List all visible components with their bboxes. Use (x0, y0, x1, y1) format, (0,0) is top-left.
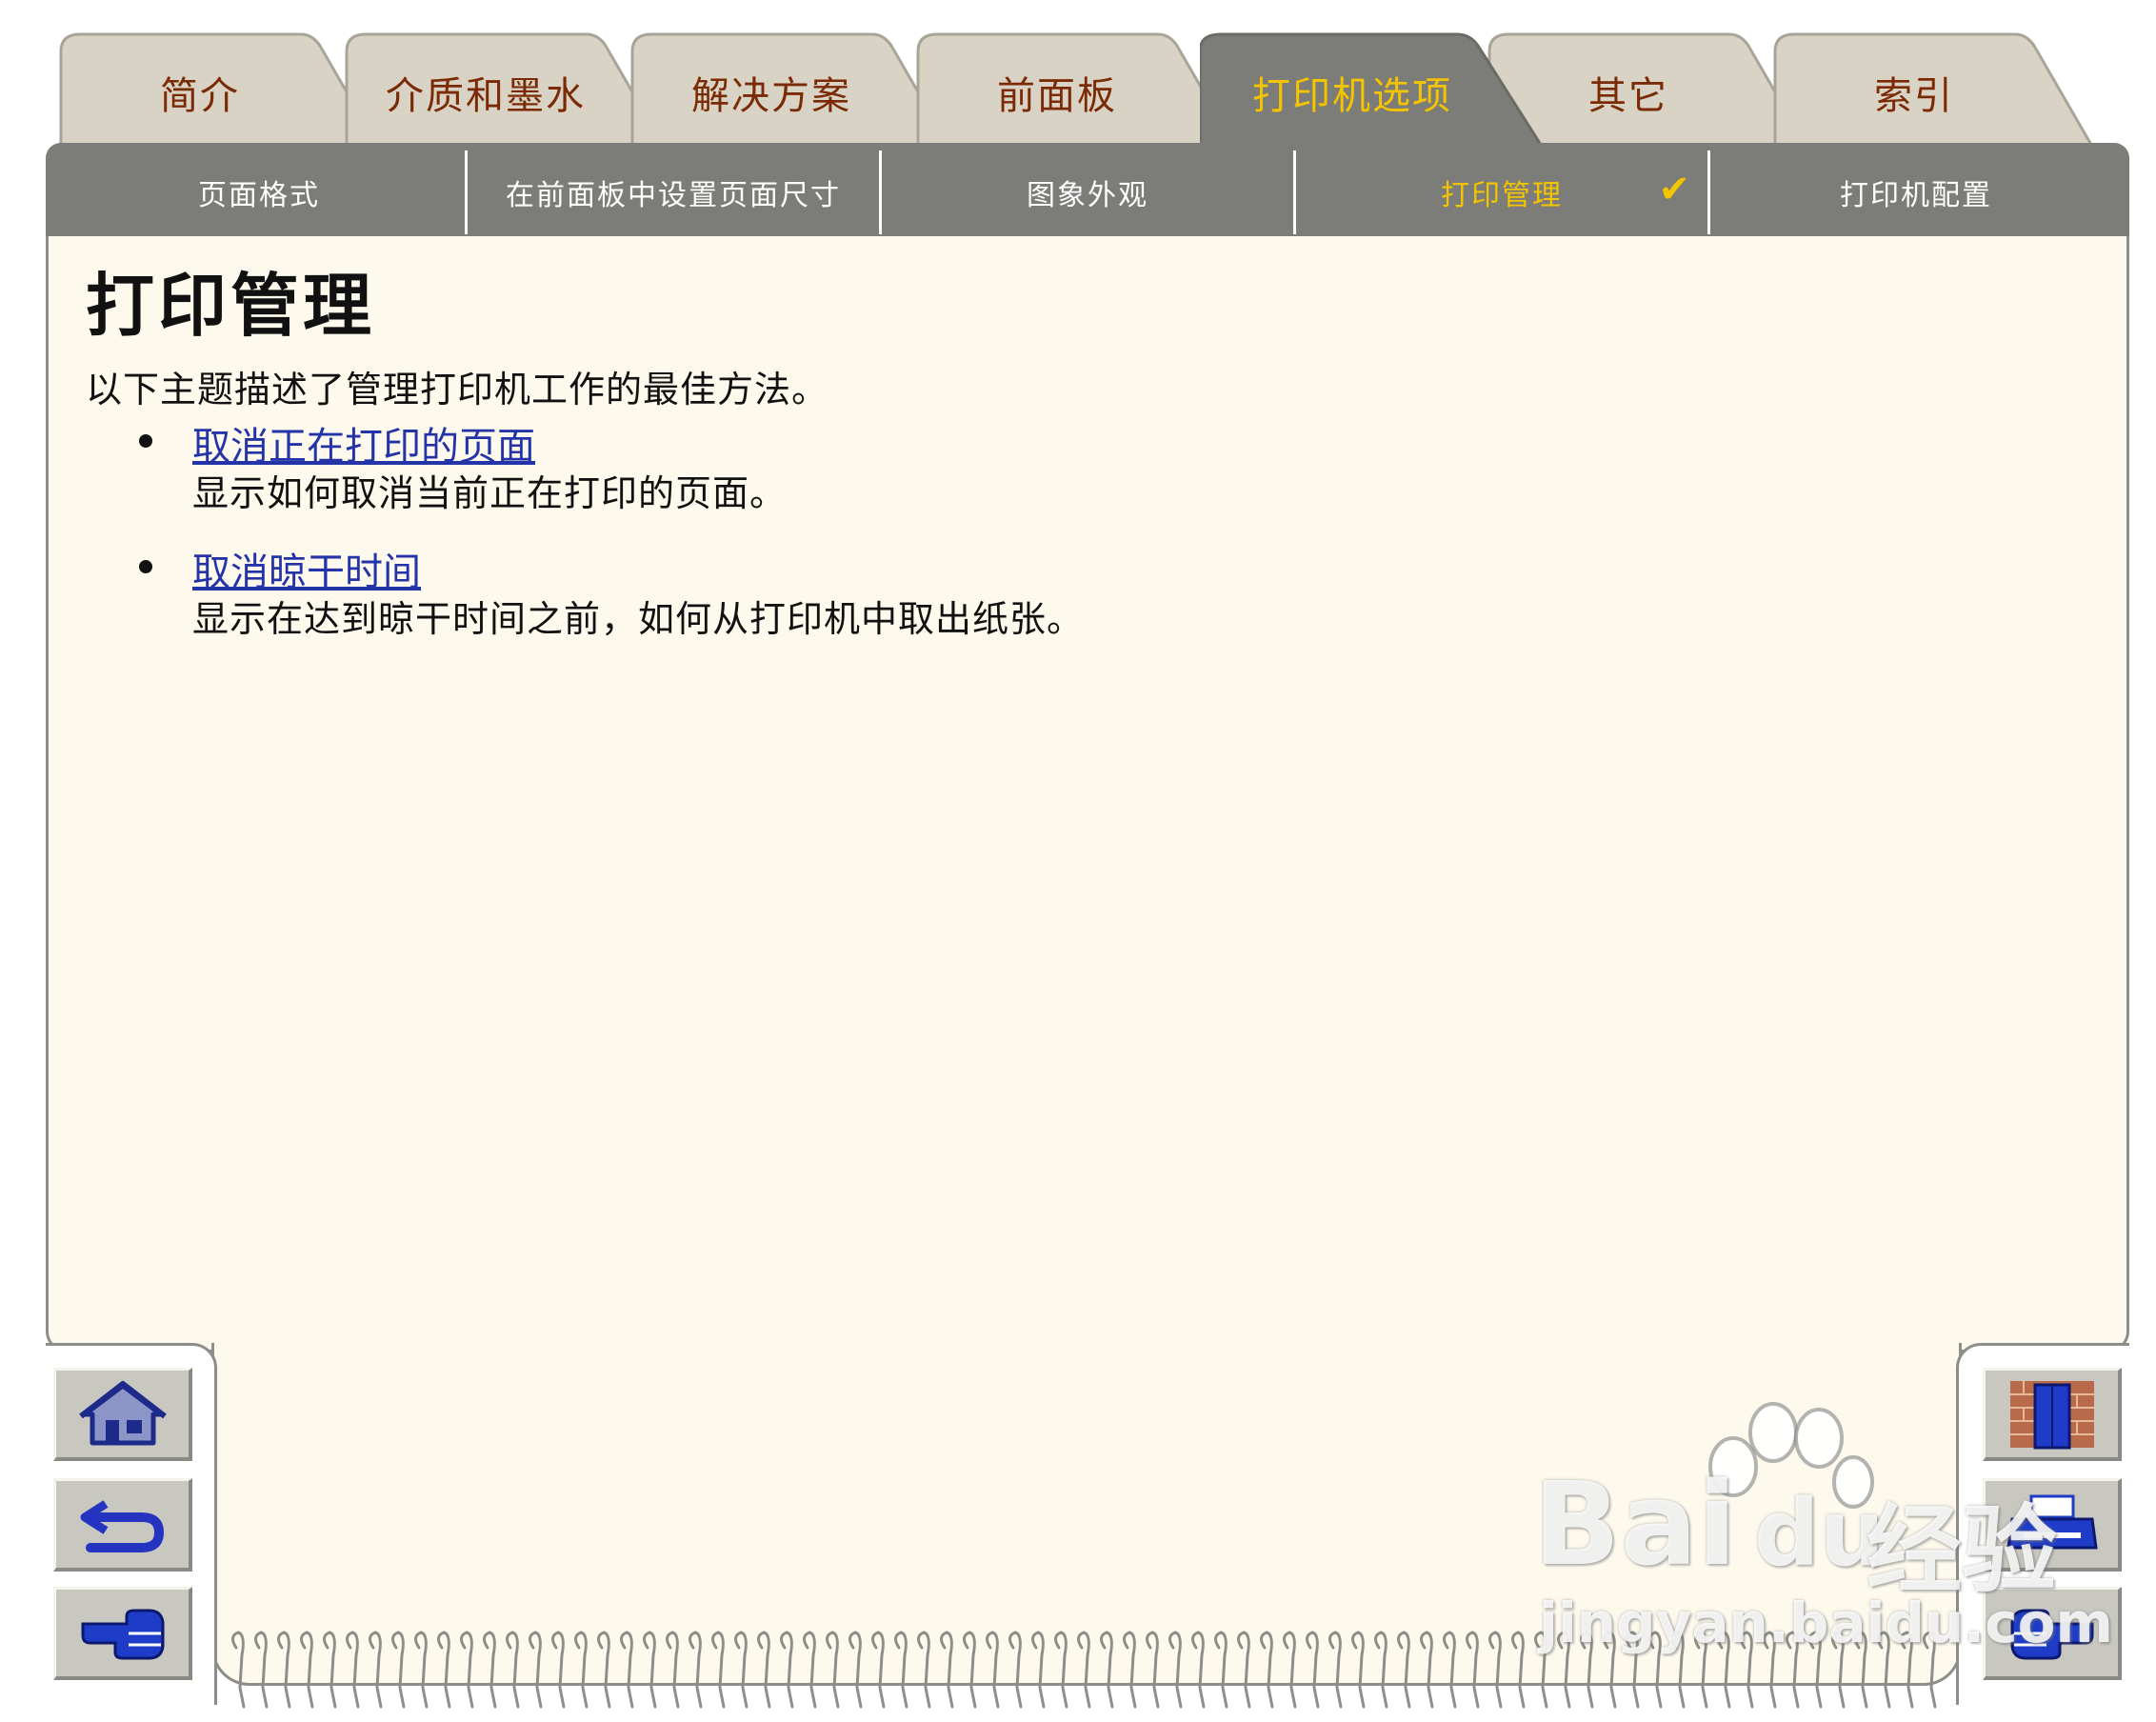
tab-index[interactable]: 索引 (1771, 30, 2095, 145)
previous-page-button[interactable] (53, 1587, 192, 1680)
intro-text: 以下主题描述了管理打印机工作的最佳方法。 (86, 369, 829, 410)
subtab-label: 打印机配置 (1840, 179, 1992, 212)
list-item: 取消晾干时间 显示在达到晾干时间之前，如何从打印机中取出纸张。 (133, 549, 1084, 642)
watermark-url: jingyan.baidu.com (1539, 1591, 2113, 1655)
tab-front-panel[interactable]: 前面板 (914, 30, 1238, 145)
subtab-print-management[interactable]: 打印管理 ✔ (1296, 150, 1710, 234)
tab-label: 前面板 (997, 74, 1117, 118)
subtab-label: 打印管理 (1441, 179, 1563, 212)
tab-label: 打印机选项 (1252, 74, 1452, 118)
tab-solutions[interactable]: 解决方案 (629, 30, 952, 145)
tab-label: 解决方案 (691, 74, 851, 118)
checkmark-icon: ✔ (1658, 168, 1692, 211)
subtab-label: 图象外观 (1027, 179, 1148, 212)
topic-list: 取消正在打印的页面 显示如何取消当前正在打印的页面。 取消晾干时间 显示在达到晾… (133, 423, 1084, 674)
home-icon (78, 1380, 167, 1445)
subtab-page-format[interactable]: 页面格式 (53, 150, 468, 234)
tab-label: 索引 (1874, 74, 1954, 118)
topic-description: 显示如何取消当前正在打印的页面。 (192, 472, 788, 514)
tab-media-ink[interactable]: 介质和墨水 (343, 30, 667, 145)
cancel-printing-page-link[interactable]: 取消正在打印的页面 (192, 423, 1084, 471)
back-arrow-icon (80, 1499, 164, 1552)
tab-printer-options-active[interactable]: 打印机选项 (1200, 30, 1543, 145)
home-button[interactable] (53, 1368, 192, 1461)
list-item: 取消正在打印的页面 显示如何取消当前正在打印的页面。 (133, 423, 1084, 516)
subtab-label: 在前面板中设置页面尺寸 (506, 179, 841, 212)
watermark-brand-du: du (1754, 1480, 1886, 1587)
main-tab-bar: 简介 介质和墨水 解决方案 前面板 其它 索引 打印机选项 (57, 30, 2114, 145)
tab-label: 介质和墨水 (386, 74, 586, 118)
bullet (139, 560, 152, 573)
tab-label: 其它 (1588, 74, 1668, 118)
watermark-brand: Bai (1533, 1459, 1737, 1592)
topic-description: 显示在达到晾干时间之前，如何从打印机中取出纸张。 (192, 598, 1085, 640)
back-button[interactable] (53, 1478, 192, 1572)
tab-intro[interactable]: 简介 (57, 30, 381, 145)
bullet (139, 434, 152, 448)
subtab-bar: 页面格式 在前面板中设置页面尺寸 图象外观 打印管理 ✔ 打印机配置 (53, 150, 2122, 234)
subtab-image-appearance[interactable]: 图象外观 (882, 150, 1296, 234)
pointing-hand-icon (81, 1609, 164, 1659)
watermark: Bai du 经验 jingyan.baidu.com (1533, 1400, 2113, 1657)
tab-label: 简介 (160, 74, 240, 118)
cancel-dry-time-link[interactable]: 取消晾干时间 (192, 549, 1084, 596)
page-title: 打印管理 (86, 266, 376, 346)
subtab-printer-config[interactable]: 打印机配置 (1710, 150, 2122, 234)
subtab-label: 页面格式 (198, 179, 320, 212)
subtab-page-size[interactable]: 在前面板中设置页面尺寸 (468, 150, 882, 234)
